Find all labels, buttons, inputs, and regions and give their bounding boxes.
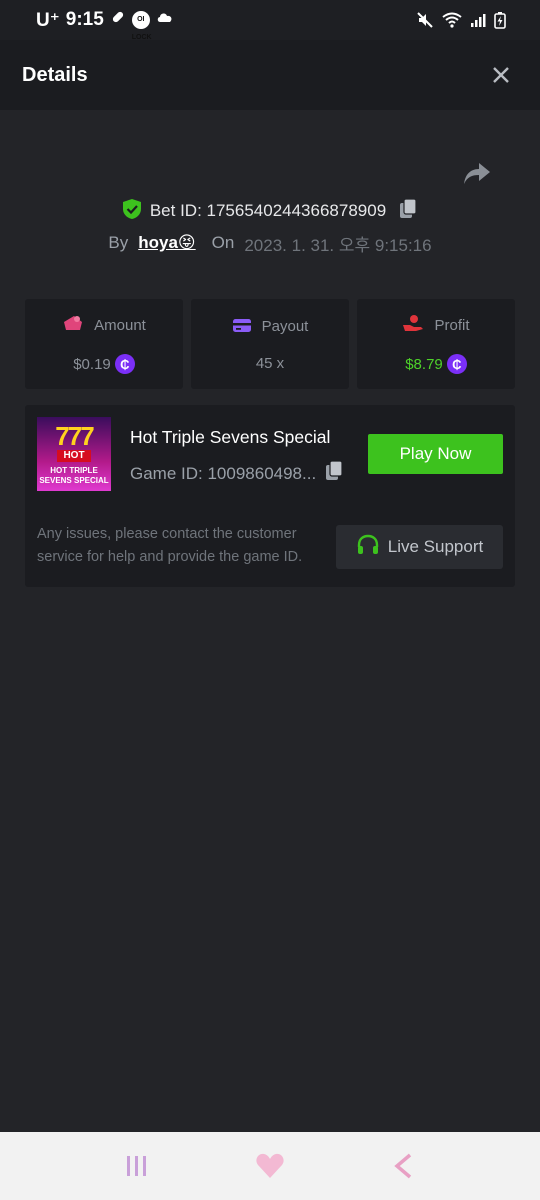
close-icon xyxy=(493,67,509,83)
copy-icon xyxy=(400,197,417,218)
bet-id-text: Bet ID: 1756540244366878909 xyxy=(149,201,387,220)
share-button[interactable] xyxy=(462,160,492,188)
copy-bet-id-button[interactable] xyxy=(398,197,418,225)
copy-icon xyxy=(326,460,343,480)
status-bar: U⁺ 9:15 OI LOCK xyxy=(0,0,540,41)
lock-badge-icon: OI LOCK xyxy=(131,11,152,41)
amount-value: $0.19 xyxy=(73,355,111,373)
bet-id-row: Bet ID: 1756540244366878909 xyxy=(0,197,540,225)
copy-game-id-button[interactable] xyxy=(324,460,344,487)
game-thumbnail[interactable]: 777 HOT HOT TRIPLE SEVENS SPECIAL xyxy=(37,417,111,491)
profit-head: Profit xyxy=(402,314,470,336)
thumb-sevens: 777 xyxy=(55,421,94,451)
header: Details xyxy=(0,40,540,110)
profit-card: Profit $8.79 ₵ xyxy=(357,299,515,389)
bet-date: 2023. 1. 31. 오후 9:15:16 xyxy=(244,235,432,255)
coin-icon: ₵ xyxy=(446,354,467,374)
signal-icon xyxy=(470,12,486,28)
pill-icon xyxy=(110,9,126,31)
game-id-row: Game ID: 1009860498... xyxy=(130,460,344,487)
page-title: Details xyxy=(22,63,88,86)
back-icon xyxy=(394,1153,412,1179)
home-button[interactable] xyxy=(250,1146,290,1186)
battery-icon xyxy=(494,11,506,29)
amount-label: Amount xyxy=(94,316,146,334)
game-id-text: Game ID: 1009860498... xyxy=(130,463,317,483)
on-label: On xyxy=(211,233,235,252)
profit-label: Profit xyxy=(434,316,470,334)
stats-row: Amount $0.19 ₵ Payout 45 x Profit $8.79 … xyxy=(25,299,515,389)
back-button[interactable] xyxy=(383,1146,423,1186)
shield-check-icon xyxy=(122,198,142,225)
cloud-icon xyxy=(156,9,174,31)
by-label: By xyxy=(108,233,129,252)
share-icon xyxy=(464,163,490,184)
carrier-label: U⁺ xyxy=(36,9,60,31)
mute-icon xyxy=(416,11,434,29)
payout-value: 45 x xyxy=(255,354,285,372)
play-now-button[interactable]: Play Now xyxy=(368,434,503,474)
live-support-button[interactable]: Live Support xyxy=(336,525,503,569)
profit-value: $8.79 xyxy=(405,355,443,373)
coin-icon: ₵ xyxy=(114,354,135,374)
card-icon xyxy=(232,317,252,337)
payout-head: Payout xyxy=(232,317,309,337)
payout-label: Payout xyxy=(261,318,309,335)
support-message: Any issues, please contact the customer … xyxy=(37,526,303,565)
close-button[interactable] xyxy=(488,62,514,88)
system-nav-bar xyxy=(0,1132,540,1200)
wifi-icon xyxy=(442,12,462,28)
game-name: Hot Triple Sevens Special xyxy=(130,427,331,447)
thumb-title-line1: HOT TRIPLE xyxy=(50,466,98,475)
payout-value-row: 45 x xyxy=(256,355,284,372)
hand-coin-icon xyxy=(402,314,424,336)
thumb-title-line2: SEVENS SPECIAL xyxy=(39,476,109,485)
status-time: 9:15 xyxy=(65,9,104,30)
live-support-label: Live Support xyxy=(387,537,484,556)
headset-icon xyxy=(356,534,380,561)
heart-home-icon xyxy=(256,1153,284,1178)
profit-value-row: $8.79 ₵ xyxy=(405,354,467,374)
recent-apps-button[interactable] xyxy=(117,1146,157,1186)
status-left: U⁺ 9:15 OI LOCK xyxy=(36,9,174,41)
status-right xyxy=(416,11,506,29)
game-card: 777 HOT HOT TRIPLE SEVENS SPECIAL Hot Tr… xyxy=(25,405,515,587)
amount-value-row: $0.19 ₵ xyxy=(73,354,135,374)
payout-card: Payout 45 x xyxy=(191,299,349,389)
bet-meta-row: By hoya😝 On 2023. 1. 31. 오후 9:15:16 xyxy=(0,230,540,256)
thumb-hot: HOT xyxy=(57,450,91,462)
amount-card: Amount $0.19 ₵ xyxy=(25,299,183,389)
amount-head: Amount xyxy=(62,314,146,336)
wallet-icon xyxy=(62,314,84,336)
user-link[interactable]: hoya😝 xyxy=(138,233,195,253)
recent-apps-icon xyxy=(126,1156,146,1176)
